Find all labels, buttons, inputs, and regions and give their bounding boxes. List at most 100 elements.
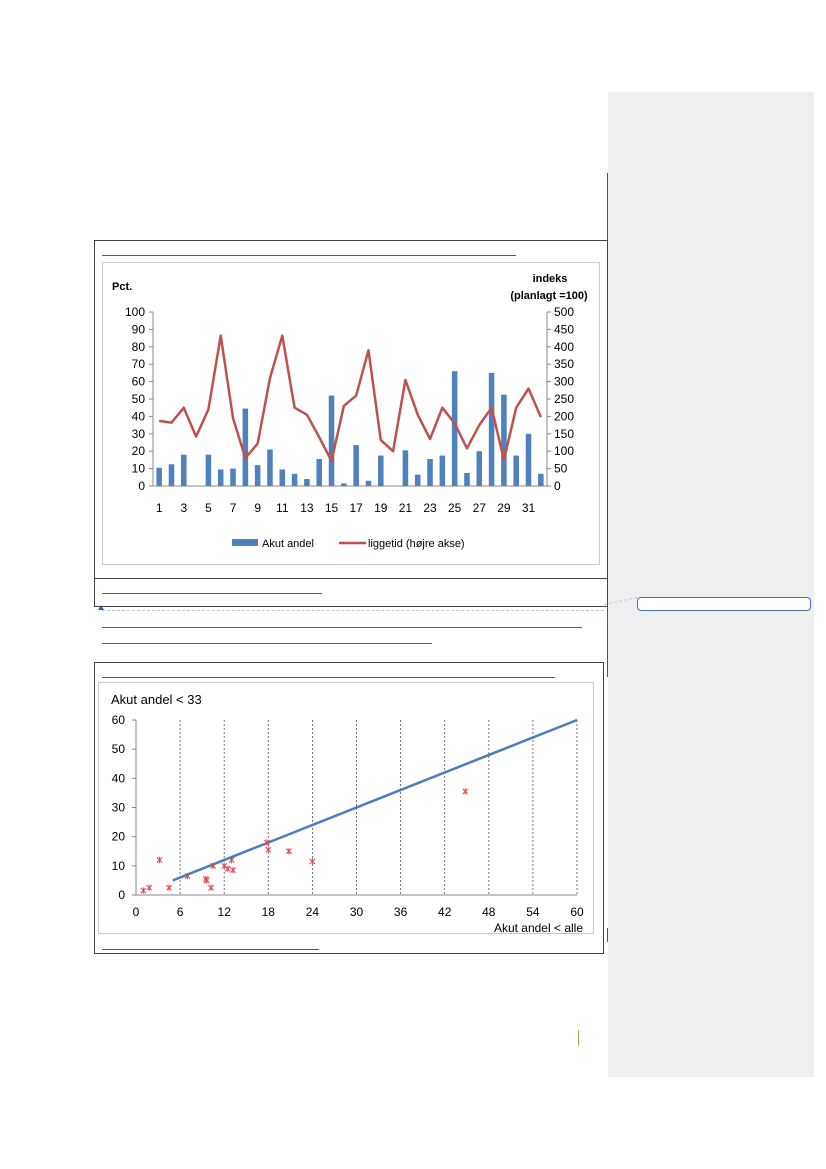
scatter-point — [141, 887, 146, 893]
x-tick-label: 25 — [448, 501, 462, 515]
caption-redline-2 — [102, 677, 555, 678]
scatter-y-tick-label: 40 — [112, 771, 126, 785]
legend-label-line: liggetid (højre akse) — [368, 538, 465, 550]
scatter-point — [222, 863, 227, 869]
scatter-x-tick-label: 36 — [394, 905, 408, 919]
x-tick-label: 11 — [276, 501, 289, 515]
right-axis-label-line2: (planlagt =100) — [510, 290, 588, 302]
source-redline-2 — [102, 949, 319, 950]
bar-akut-andel — [341, 483, 347, 486]
scatter-point — [463, 788, 468, 794]
scatter-x-axis-label: Akut andel < alle — [494, 921, 583, 935]
scatter-x-tick-label: 18 — [262, 905, 276, 919]
bar-akut-andel — [403, 450, 409, 486]
left-tick-label: 100 — [125, 305, 145, 319]
scatter-chart: Akut andel < 33 061218243036424854600102… — [99, 683, 595, 935]
scatter-y-tick-label: 50 — [112, 742, 126, 756]
left-tick-label: 80 — [132, 340, 146, 354]
scatter-point — [230, 867, 235, 873]
bar-akut-andel — [267, 449, 273, 486]
x-tick-label: 9 — [254, 501, 261, 515]
right-tick-label: 50 — [554, 462, 568, 476]
source-redline-1 — [102, 593, 322, 594]
right-tick-label: 100 — [554, 444, 574, 458]
left-tick-label: 40 — [132, 409, 146, 423]
scatter-point — [166, 885, 171, 891]
right-tick-label: 450 — [554, 322, 574, 336]
frame-row-divider-1 — [94, 578, 608, 579]
bar-akut-andel — [206, 455, 212, 486]
scatter-y-tick-label: 10 — [112, 859, 126, 873]
scatter-x-tick-label: 30 — [350, 905, 364, 919]
x-tick-label: 19 — [374, 501, 388, 515]
scatter-y-tick-label: 60 — [112, 713, 126, 727]
scatter-x-tick-label: 0 — [133, 905, 140, 919]
left-tick-label: 70 — [132, 357, 146, 371]
scatter-point — [225, 866, 230, 872]
x-tick-label: 7 — [230, 501, 237, 515]
right-tick-label: 350 — [554, 357, 574, 371]
right-tick-label: 250 — [554, 392, 574, 406]
body-redline-1 — [102, 627, 582, 628]
bar-akut-andel — [538, 474, 544, 486]
chart-box-2: Akut andel < 33 061218243036424854600102… — [98, 682, 594, 934]
x-tick-label: 23 — [423, 501, 437, 515]
bar-akut-andel — [218, 469, 224, 486]
bar-akut-andel — [378, 456, 384, 486]
combo-chart: Pct. indeks (planlagt =100) 010203040506… — [103, 263, 601, 566]
bar-akut-andel — [415, 475, 421, 486]
caption-redline-1 — [102, 255, 516, 256]
left-tick-label: 20 — [132, 444, 146, 458]
x-tick-label: 31 — [522, 501, 536, 515]
bar-akut-andel — [156, 468, 162, 486]
scatter-point — [229, 857, 234, 863]
x-tick-label: 1 — [156, 501, 163, 515]
x-tick-label: 17 — [349, 501, 363, 515]
left-tick-label: 90 — [132, 322, 146, 336]
line-liggetid — [159, 336, 541, 461]
x-tick-label: 5 — [205, 501, 212, 515]
right-axis-label-line1: indeks — [533, 273, 568, 285]
comment-bubble[interactable] — [637, 597, 811, 611]
bar-akut-andel — [181, 455, 187, 486]
right-tick-label: 0 — [554, 479, 561, 493]
right-tick-label: 400 — [554, 340, 574, 354]
scatter-trendline — [173, 720, 577, 880]
bar-akut-andel — [366, 481, 372, 486]
scatter-point — [310, 858, 315, 864]
scatter-title: Akut andel < 33 — [111, 692, 202, 707]
bar-akut-andel — [280, 469, 286, 486]
x-tick-label: 15 — [325, 501, 339, 515]
scatter-y-tick-label: 30 — [112, 801, 126, 815]
scatter-point — [208, 885, 213, 891]
bar-akut-andel — [243, 409, 249, 486]
bar-akut-andel — [501, 395, 507, 486]
scatter-y-tick-label: 0 — [118, 888, 125, 902]
legend-swatch-bars — [232, 539, 258, 546]
x-tick-label: 13 — [300, 501, 314, 515]
scatter-x-tick-label: 48 — [482, 905, 496, 919]
legend-label-bars: Akut andel — [262, 538, 314, 550]
left-tick-label: 0 — [138, 479, 145, 493]
bar-akut-andel — [329, 396, 335, 486]
scatter-point — [147, 885, 152, 891]
right-tick-label: 150 — [554, 427, 574, 441]
comment-pane — [608, 92, 814, 1077]
body-redline-2 — [102, 643, 432, 644]
scatter-x-tick-label: 60 — [570, 905, 584, 919]
scatter-point — [286, 848, 291, 854]
x-tick-label: 3 — [180, 501, 187, 515]
right-tick-label: 200 — [554, 409, 574, 423]
bar-akut-andel — [427, 459, 433, 486]
scatter-x-tick-label: 6 — [177, 905, 184, 919]
bar-akut-andel — [353, 445, 359, 486]
bar-akut-andel — [304, 479, 310, 486]
left-tick-label: 30 — [132, 427, 146, 441]
comment-leader-line — [102, 610, 604, 611]
bar-akut-andel — [440, 456, 446, 486]
left-tick-label: 60 — [132, 375, 146, 389]
left-axis-label: Pct. — [112, 281, 132, 293]
bar-akut-andel — [526, 434, 532, 486]
bar-akut-andel — [255, 465, 261, 486]
bar-akut-andel — [169, 464, 175, 486]
